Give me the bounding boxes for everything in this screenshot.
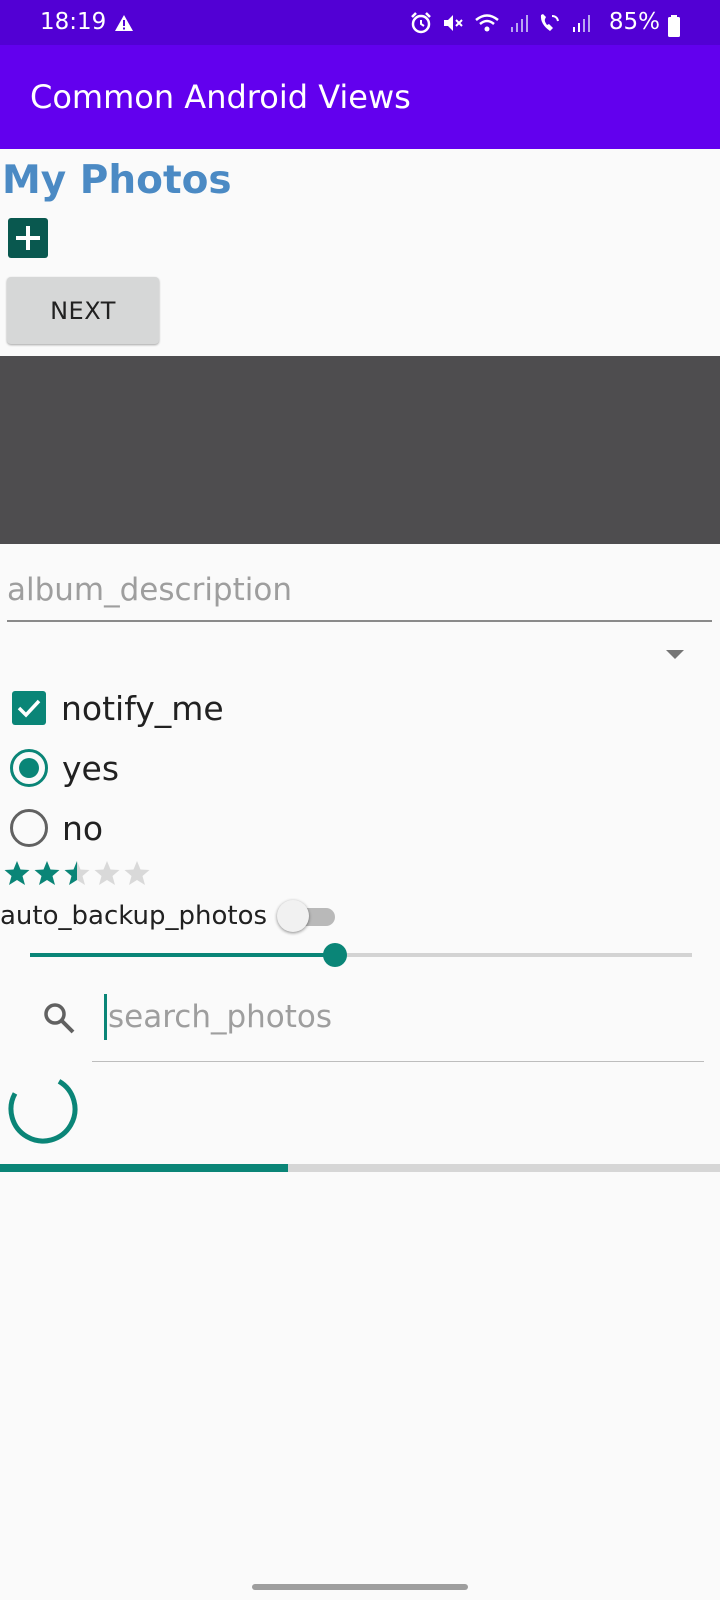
star-icon[interactable] (62, 860, 92, 886)
star-icon[interactable] (122, 860, 152, 886)
star-icon[interactable] (2, 860, 32, 886)
wifi-icon (475, 14, 499, 32)
text-cursor (104, 994, 107, 1040)
page-title: My Photos (2, 158, 232, 203)
search-input[interactable] (104, 995, 706, 1039)
battery-icon (668, 15, 680, 37)
navigation-handle[interactable] (252, 1584, 468, 1590)
loading-spinner (8, 1074, 78, 1144)
star-icon[interactable] (92, 860, 122, 886)
notify-checkbox[interactable]: notify_me (12, 688, 224, 728)
seek-fill (30, 953, 335, 957)
auto-backup-switch[interactable]: auto_backup_photos (0, 896, 339, 936)
checkbox-label: notify_me (61, 688, 224, 728)
radio-label-yes: yes (62, 748, 120, 788)
seek-bar[interactable] (30, 940, 692, 970)
seek-thumb[interactable] (322, 943, 347, 967)
switch-label: auto_backup_photos (0, 901, 268, 931)
switch-toggle[interactable] (275, 896, 339, 936)
checkbox-checked-icon[interactable] (12, 691, 46, 725)
signal-icon (573, 15, 590, 32)
progress-fill (0, 1164, 288, 1172)
checkmark-icon (17, 699, 41, 718)
plus-icon (16, 226, 40, 250)
rating-bar[interactable] (2, 860, 152, 886)
alert-triangle-icon (115, 15, 133, 31)
radio-unselected-icon[interactable] (10, 809, 48, 847)
dropdown-arrow-icon (666, 650, 684, 659)
album-description-input[interactable] (7, 566, 712, 622)
radio-label-no: no (62, 808, 104, 848)
spinner-dropdown[interactable] (0, 630, 700, 680)
mute-icon (444, 15, 463, 31)
status-icons (410, 12, 590, 34)
star-icon[interactable] (32, 860, 62, 886)
app-title: Common Android Views (30, 78, 411, 116)
signal-icon (511, 15, 528, 32)
radio-selected-icon[interactable] (10, 749, 48, 787)
next-button[interactable]: NEXT (7, 277, 159, 344)
search-underline (92, 1061, 704, 1062)
alarm-icon (411, 12, 431, 34)
image-view (0, 356, 720, 544)
radio-yes[interactable]: yes (10, 748, 119, 788)
radio-no[interactable]: no (10, 808, 103, 848)
wifi-calling-icon (540, 14, 559, 31)
add-button[interactable] (8, 218, 48, 258)
status-time: 18:19 (40, 9, 107, 35)
search-icon (44, 1003, 75, 1034)
battery-level: 85% (608, 9, 660, 35)
switch-thumb[interactable] (277, 900, 310, 932)
horizontal-progress-bar (0, 1164, 720, 1172)
